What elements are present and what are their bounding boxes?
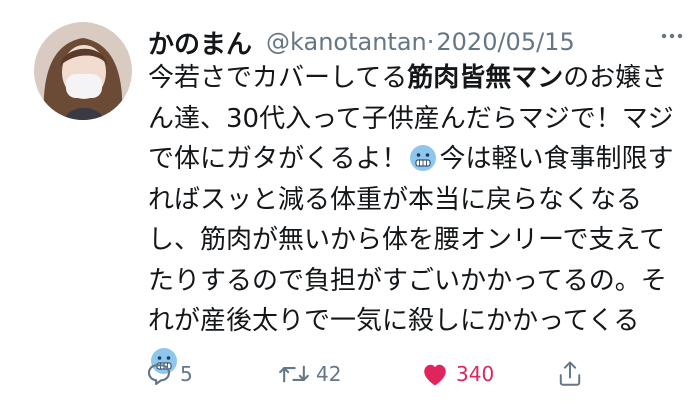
tweet-date[interactable]: 2020/05/15 [436, 28, 574, 56]
reply-count: 5 [180, 362, 193, 386]
separator: · [426, 28, 435, 56]
display-name[interactable]: かのまん [148, 24, 252, 61]
action-bar: 5 42 340 [144, 354, 594, 394]
reply-icon [147, 364, 171, 386]
tweet-text-part: 今若さでカバーしてる [148, 63, 408, 93]
retweet-count: 42 [316, 362, 342, 386]
like-button[interactable]: 340 [420, 354, 494, 394]
heart-icon [424, 364, 446, 386]
user-handle[interactable]: @kanotantan [266, 28, 427, 56]
ellipsis-icon[interactable] [660, 24, 684, 54]
share-button[interactable] [556, 354, 584, 394]
tweet-text: 今若さでカバーしてる筋肉皆無マンのお嬢さん達、30代入って子供産んだらマジで！マ… [148, 58, 688, 382]
reply-button[interactable]: 5 [144, 354, 193, 394]
retweet-icon [279, 365, 309, 383]
tweet-header: かのまん @kanotantan · 2020/05/15 [148, 22, 688, 62]
like-count: 340 [456, 362, 495, 386]
share-icon [559, 361, 581, 386]
tweet-text-bold: 筋肉皆無マン [407, 63, 564, 93]
avatar[interactable] [34, 22, 132, 120]
avatar-photo [34, 22, 132, 120]
cold-face-emoji [409, 144, 437, 172]
retweet-button[interactable]: 42 [278, 354, 341, 394]
